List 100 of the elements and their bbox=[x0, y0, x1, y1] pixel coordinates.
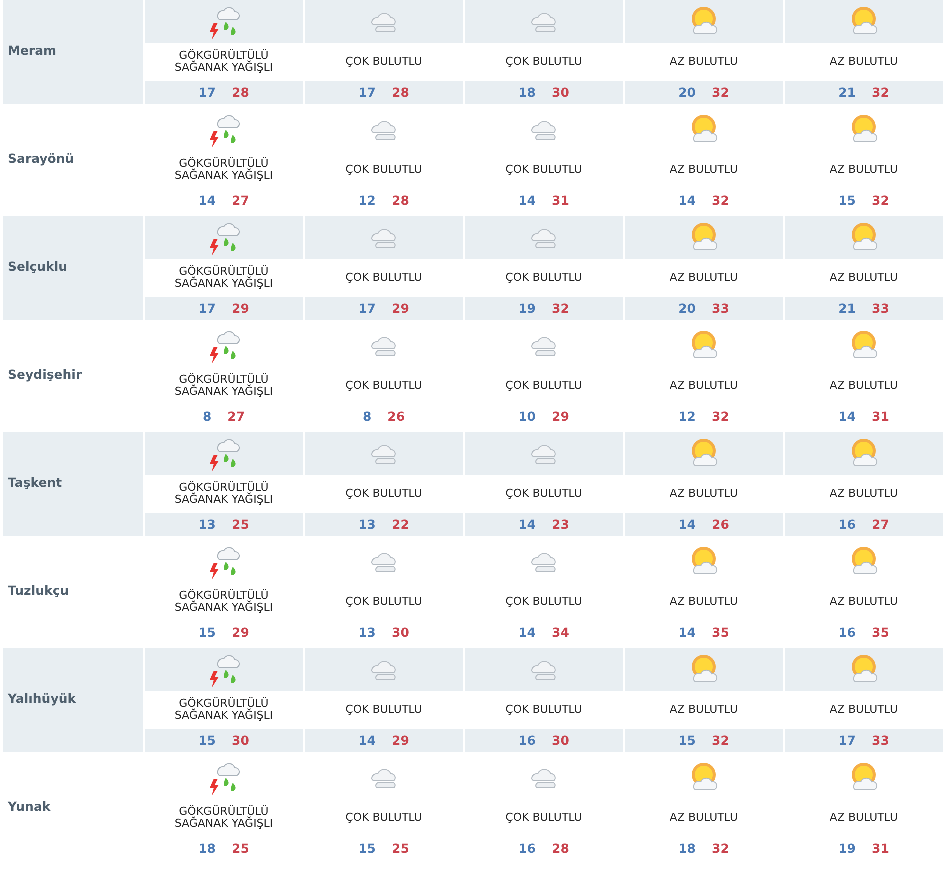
low-temperature: 18 bbox=[678, 841, 696, 856]
condition-text: AZ BULUTLU bbox=[828, 596, 900, 608]
condition-text: ÇOK BULUTLU bbox=[504, 812, 584, 824]
low-temperature: 8 bbox=[362, 409, 372, 424]
condition-text: GÖKGÜRÜLTÜLÜ SAĞANAK YAĞIŞLI bbox=[174, 374, 274, 398]
low-temperature: 19 bbox=[838, 841, 856, 856]
high-temperature: 34 bbox=[552, 625, 570, 640]
city-name: Yalıhüyük bbox=[8, 690, 76, 706]
condition-text: AZ BULUTLU bbox=[668, 380, 740, 392]
condition-text: ÇOK BULUTLU bbox=[504, 380, 584, 392]
condition-text: ÇOK BULUTLU bbox=[504, 488, 584, 500]
condition-text: ÇOK BULUTLU bbox=[344, 380, 424, 392]
condition-text: ÇOK BULUTLU bbox=[504, 596, 584, 608]
city-name: Selçuklu bbox=[8, 258, 68, 274]
high-temperature: 23 bbox=[552, 517, 570, 532]
thunderstorm-icon bbox=[208, 328, 240, 362]
thunderstorm-icon bbox=[208, 544, 240, 578]
condition-text: AZ BULUTLU bbox=[828, 488, 900, 500]
low-temperature: 14 bbox=[518, 625, 536, 640]
condition-text: GÖKGÜRÜLTÜLÜ SAĞANAK YAĞIŞLI bbox=[174, 482, 274, 506]
city-name: Seydişehir bbox=[8, 366, 82, 382]
high-temperature: 30 bbox=[392, 625, 410, 640]
condition-text: AZ BULUTLU bbox=[668, 272, 740, 284]
low-temperature: 13 bbox=[358, 625, 376, 640]
thunderstorm-icon bbox=[208, 112, 240, 146]
high-temperature: 32 bbox=[712, 85, 730, 100]
high-temperature: 32 bbox=[872, 193, 890, 208]
high-temperature: 35 bbox=[712, 625, 730, 640]
thunderstorm-icon bbox=[208, 760, 240, 794]
city-name: Taşkent bbox=[8, 474, 62, 490]
condition-text: ÇOK BULUTLU bbox=[504, 164, 584, 176]
low-temperature: 17 bbox=[358, 85, 376, 100]
low-temperature: 8 bbox=[202, 409, 212, 424]
low-temperature: 14 bbox=[198, 193, 216, 208]
low-temperature: 19 bbox=[518, 301, 536, 316]
low-temperature: 21 bbox=[838, 301, 856, 316]
low-temperature: 15 bbox=[198, 733, 216, 748]
high-temperature: 32 bbox=[712, 733, 730, 748]
condition-text: ÇOK BULUTLU bbox=[504, 704, 584, 716]
city-name: Tuzlukçu bbox=[8, 582, 70, 598]
high-temperature: 28 bbox=[552, 841, 570, 856]
high-temperature: 32 bbox=[872, 85, 890, 100]
condition-text: ÇOK BULUTLU bbox=[344, 272, 424, 284]
high-temperature: 32 bbox=[552, 301, 570, 316]
high-temperature: 29 bbox=[392, 301, 410, 316]
high-temperature: 33 bbox=[712, 301, 730, 316]
city-name: Sarayönü bbox=[8, 150, 74, 166]
condition-text: GÖKGÜRÜLTÜLÜ SAĞANAK YAĞIŞLI bbox=[174, 590, 274, 614]
low-temperature: 21 bbox=[838, 85, 856, 100]
high-temperature: 29 bbox=[552, 409, 570, 424]
low-temperature: 18 bbox=[198, 841, 216, 856]
high-temperature: 28 bbox=[392, 193, 410, 208]
low-temperature: 13 bbox=[358, 517, 376, 532]
condition-text: ÇOK BULUTLU bbox=[344, 164, 424, 176]
city-name: Yunak bbox=[8, 798, 51, 814]
high-temperature: 28 bbox=[392, 85, 410, 100]
condition-text: GÖKGÜRÜLTÜLÜ SAĞANAK YAĞIŞLI bbox=[174, 698, 274, 722]
condition-text: ÇOK BULUTLU bbox=[504, 56, 584, 68]
condition-text: GÖKGÜRÜLTÜLÜ SAĞANAK YAĞIŞLI bbox=[174, 806, 274, 830]
high-temperature: 27 bbox=[232, 193, 250, 208]
low-temperature: 14 bbox=[678, 517, 696, 532]
condition-text: ÇOK BULUTLU bbox=[344, 488, 424, 500]
condition-text: ÇOK BULUTLU bbox=[344, 56, 424, 68]
low-temperature: 18 bbox=[518, 85, 536, 100]
high-temperature: 31 bbox=[872, 409, 890, 424]
condition-text: ÇOK BULUTLU bbox=[504, 272, 584, 284]
low-temperature: 15 bbox=[678, 733, 696, 748]
low-temperature: 20 bbox=[678, 301, 696, 316]
high-temperature: 29 bbox=[392, 733, 410, 748]
condition-text: AZ BULUTLU bbox=[668, 812, 740, 824]
condition-text: AZ BULUTLU bbox=[828, 704, 900, 716]
condition-text: AZ BULUTLU bbox=[668, 488, 740, 500]
condition-text: AZ BULUTLU bbox=[828, 380, 900, 392]
low-temperature: 12 bbox=[678, 409, 696, 424]
low-temperature: 17 bbox=[198, 301, 216, 316]
condition-text: AZ BULUTLU bbox=[828, 56, 900, 68]
condition-text: AZ BULUTLU bbox=[828, 272, 900, 284]
low-temperature: 14 bbox=[518, 517, 536, 532]
low-temperature: 12 bbox=[358, 193, 376, 208]
low-temperature: 17 bbox=[358, 301, 376, 316]
high-temperature: 25 bbox=[232, 517, 250, 532]
high-temperature: 25 bbox=[232, 841, 250, 856]
high-temperature: 31 bbox=[872, 841, 890, 856]
high-temperature: 29 bbox=[232, 625, 250, 640]
low-temperature: 15 bbox=[358, 841, 376, 856]
condition-text: AZ BULUTLU bbox=[668, 704, 740, 716]
condition-text: ÇOK BULUTLU bbox=[344, 596, 424, 608]
thunderstorm-icon bbox=[208, 436, 240, 470]
high-temperature: 27 bbox=[228, 409, 246, 424]
low-temperature: 15 bbox=[198, 625, 216, 640]
high-temperature: 26 bbox=[388, 409, 406, 424]
low-temperature: 14 bbox=[838, 409, 856, 424]
low-temperature: 13 bbox=[198, 517, 216, 532]
high-temperature: 30 bbox=[232, 733, 250, 748]
low-temperature: 16 bbox=[518, 841, 536, 856]
low-temperature: 15 bbox=[838, 193, 856, 208]
low-temperature: 16 bbox=[838, 625, 856, 640]
condition-text: AZ BULUTLU bbox=[828, 164, 900, 176]
low-temperature: 14 bbox=[678, 625, 696, 640]
low-temperature: 14 bbox=[518, 193, 536, 208]
